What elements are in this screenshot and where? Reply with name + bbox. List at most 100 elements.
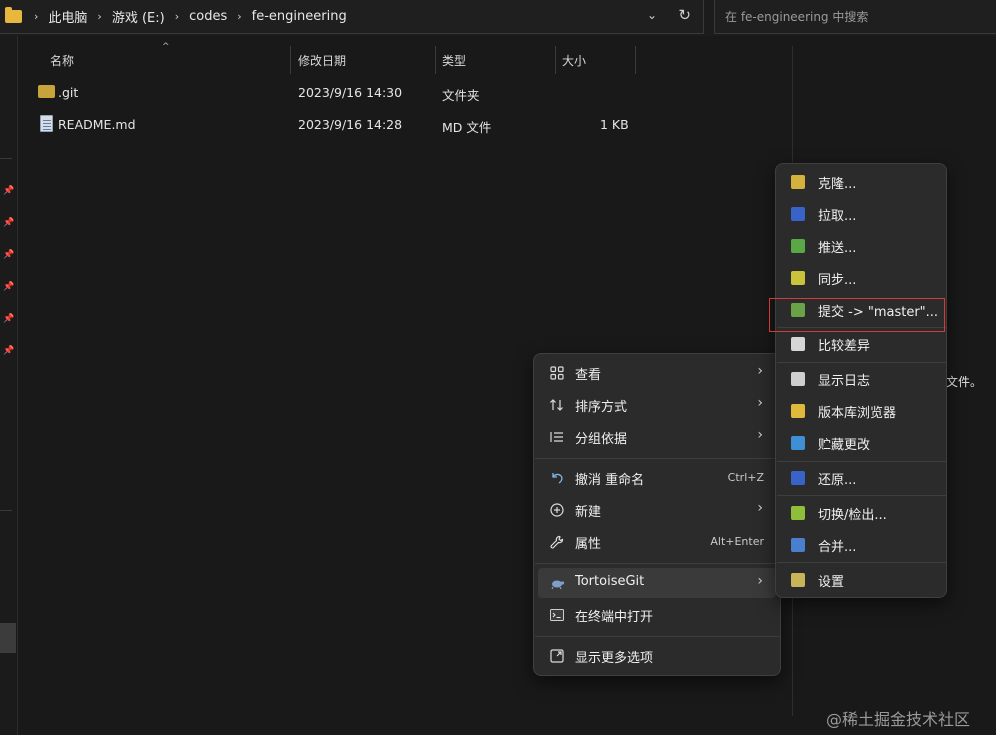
breadcrumb-codes[interactable]: codes xyxy=(189,9,227,24)
plus-circle-icon xyxy=(549,502,565,518)
submenu-item-clone[interactable]: 克隆... xyxy=(780,167,942,197)
pin-icon: 📌 xyxy=(3,186,15,196)
submenu-item-pull[interactable]: 拉取... xyxy=(780,199,942,229)
pin-icon: 📌 xyxy=(3,250,15,260)
menu-separator xyxy=(777,562,947,563)
breadcrumb-fe-engineering[interactable]: fe-engineering xyxy=(252,9,347,24)
submenu-item-revert[interactable]: 还原... xyxy=(780,463,942,493)
menu-item-label: 撤消 重命名 xyxy=(575,473,645,488)
file-modified: 2023/9/16 14:30 xyxy=(298,85,403,100)
settings-icon xyxy=(791,573,805,587)
menu-item-group[interactable]: 分组依据 › xyxy=(538,422,776,452)
menu-separator xyxy=(777,461,947,462)
submenu-item-diff[interactable]: 比较差异 xyxy=(780,329,942,359)
more-options-icon xyxy=(549,648,565,664)
breadcrumb-drive-e[interactable]: 游戏 (E:) xyxy=(112,7,165,26)
file-row[interactable]: README.md 2023/9/16 14:28 MD 文件 1 KB xyxy=(32,109,652,139)
submenu-item-label: 贮藏更改 xyxy=(818,438,871,453)
tortoise-icon xyxy=(549,575,565,591)
menu-item-label: 在终端中打开 xyxy=(575,610,654,625)
submenu-item-label: 同步... xyxy=(818,273,857,288)
group-icon xyxy=(549,429,565,445)
submenu-item-sync[interactable]: 同步... xyxy=(780,263,942,293)
sort-icon xyxy=(549,397,565,413)
file-size: 1 KB xyxy=(600,117,629,132)
markdown-file-icon xyxy=(40,115,53,132)
file-name: README.md xyxy=(58,117,136,132)
chevron-right-icon: › xyxy=(757,573,763,589)
wrench-icon xyxy=(549,534,565,550)
menu-separator xyxy=(535,458,781,459)
menu-item-more-options[interactable]: 显示更多选项 xyxy=(538,641,776,671)
menu-item-tortoisegit[interactable]: TortoiseGit › xyxy=(538,568,776,598)
sync-icon xyxy=(791,271,805,285)
submenu-item-label: 合并... xyxy=(818,540,857,555)
submenu-item-merge[interactable]: 合并... xyxy=(780,530,942,560)
nav-divider xyxy=(0,158,12,159)
menu-item-label: 属性 xyxy=(575,537,602,552)
chevron-right-icon: › xyxy=(757,500,763,516)
menu-item-label: TortoiseGit xyxy=(575,574,645,589)
shortcut-label: Alt+Enter xyxy=(710,535,764,548)
file-name: .git xyxy=(58,85,79,100)
breadcrumb-this-pc[interactable]: 此电脑 xyxy=(48,7,87,26)
refresh-icon[interactable]: ↻ xyxy=(678,6,691,24)
menu-item-label: 分组依据 xyxy=(575,432,628,447)
menu-separator xyxy=(535,563,781,564)
menu-item-undo-rename[interactable]: 撤消 重命名 Ctrl+Z xyxy=(538,463,776,493)
menu-item-label: 排序方式 xyxy=(575,400,628,415)
merge-icon xyxy=(791,538,805,552)
chevron-down-icon[interactable]: ⌄ xyxy=(647,8,657,22)
menu-item-sort[interactable]: 排序方式 › xyxy=(538,390,776,420)
menu-item-open-terminal[interactable]: 在终端中打开 xyxy=(538,600,776,630)
context-menu: 查看 › 排序方式 › 分组依据 › 撤消 重命名 Ctrl+Z 新建 › 属性 xyxy=(533,353,781,676)
log-icon xyxy=(791,372,805,386)
chevron-right-icon: › xyxy=(757,363,763,379)
menu-item-properties[interactable]: 属性 Alt+Enter xyxy=(538,527,776,557)
column-divider[interactable] xyxy=(635,46,636,74)
chevron-right-icon[interactable]: › xyxy=(97,10,101,23)
menu-separator xyxy=(777,362,947,363)
diff-icon xyxy=(791,337,805,351)
submenu-item-repo-browser[interactable]: 版本库浏览器 xyxy=(780,396,942,426)
column-header-modified[interactable]: 修改日期 xyxy=(298,46,434,74)
highlight-box xyxy=(769,298,945,332)
revert-icon xyxy=(791,471,805,485)
menu-item-label: 新建 xyxy=(575,505,602,520)
submenu-item-push[interactable]: 推送... xyxy=(780,231,942,261)
column-header-type[interactable]: 类型 xyxy=(442,46,554,74)
shortcut-label: Ctrl+Z xyxy=(727,471,764,484)
nav-item-selected[interactable] xyxy=(0,623,16,653)
submenu-item-stash[interactable]: 贮藏更改 xyxy=(780,428,942,458)
submenu-item-settings[interactable]: 设置 xyxy=(780,565,942,595)
navigation-pane[interactable]: 📌 📌 📌 📌 📌 📌 xyxy=(0,36,18,735)
search-input[interactable]: 在 fe-engineering 中搜索 xyxy=(714,0,996,34)
clone-icon xyxy=(791,175,805,189)
address-bar[interactable]: › 此电脑 › 游戏 (E:) › codes › fe-engineering… xyxy=(0,0,704,34)
column-header-size[interactable]: 大小 xyxy=(562,46,634,74)
menu-item-new[interactable]: 新建 › xyxy=(538,495,776,525)
file-modified: 2023/9/16 14:28 xyxy=(298,117,403,132)
chevron-right-icon: › xyxy=(757,395,763,411)
file-type: 文件夹 xyxy=(442,88,480,103)
pin-icon: 📌 xyxy=(3,282,15,292)
submenu-item-label: 拉取... xyxy=(818,209,857,224)
submenu-item-label: 还原... xyxy=(818,473,857,488)
chevron-right-icon: › xyxy=(757,427,763,443)
menu-item-label: 显示更多选项 xyxy=(575,651,654,666)
submenu-item-show-log[interactable]: 显示日志 xyxy=(780,364,942,394)
submenu-item-label: 显示日志 xyxy=(818,374,871,389)
column-divider[interactable] xyxy=(435,46,436,74)
menu-item-view[interactable]: 查看 › xyxy=(538,358,776,388)
file-row[interactable]: .git 2023/9/16 14:30 文件夹 xyxy=(32,77,652,107)
repo-browser-icon xyxy=(791,404,805,418)
column-divider[interactable] xyxy=(555,46,556,74)
chevron-right-icon[interactable]: › xyxy=(237,10,241,23)
chevron-right-icon[interactable]: › xyxy=(34,10,38,23)
submenu-item-label: 推送... xyxy=(818,241,857,256)
submenu-item-label: 切换/检出... xyxy=(818,508,887,523)
column-header-name[interactable]: 名称 xyxy=(50,46,290,74)
column-divider[interactable] xyxy=(290,46,291,74)
chevron-right-icon[interactable]: › xyxy=(175,10,179,23)
submenu-item-switch-checkout[interactable]: 切换/检出... xyxy=(780,498,942,528)
